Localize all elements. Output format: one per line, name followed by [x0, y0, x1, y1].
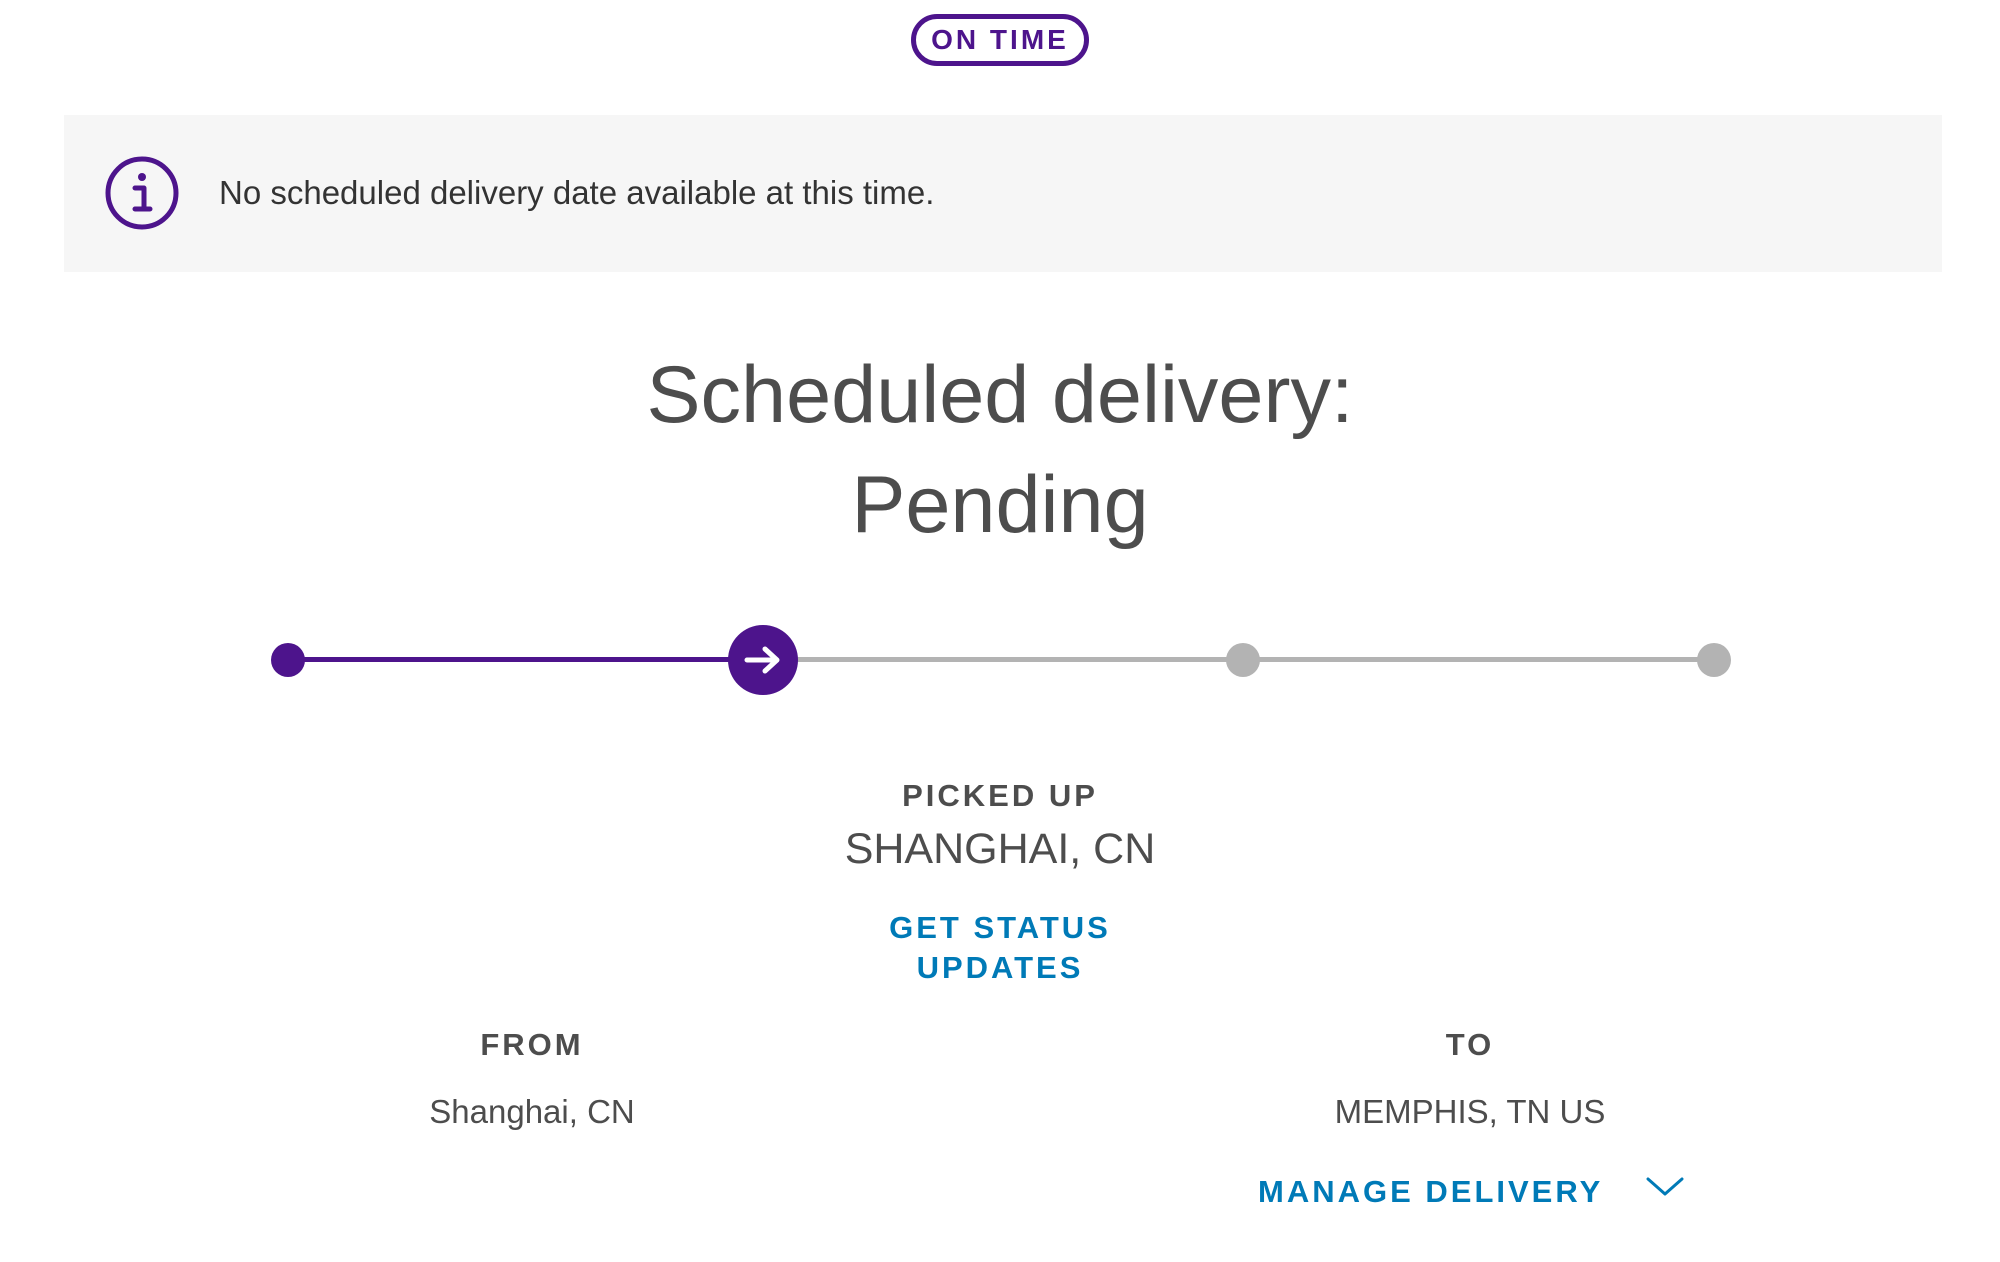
- to-location: MEMPHIS, TN US: [1334, 1093, 1606, 1130]
- info-message: No scheduled delivery date available at …: [219, 174, 935, 211]
- status-badge: ON TIME: [911, 14, 1089, 66]
- shipment-progress-tracker: [0, 600, 2000, 720]
- progress-step-pending: [1226, 643, 1260, 677]
- status-location: SHANGHAI, CN: [844, 825, 1156, 873]
- progress-step-completed: [271, 643, 305, 677]
- to-label: TO: [1445, 1027, 1495, 1062]
- from-label: FROM: [480, 1027, 584, 1062]
- get-status-updates-link[interactable]: GET STATUS UPDATES: [800, 908, 1200, 988]
- from-location: Shanghai, CN: [429, 1093, 635, 1130]
- info-icon: [105, 156, 179, 230]
- scheduled-delivery-heading: Scheduled delivery:: [646, 350, 1354, 440]
- status-badge-label: ON TIME: [931, 24, 1069, 55]
- status-label: PICKED UP: [902, 778, 1098, 813]
- manage-delivery-button[interactable]: MANAGE DELIVERY: [1258, 1168, 1698, 1216]
- arrow-right-icon: [744, 646, 780, 674]
- progress-step-current: [728, 625, 798, 695]
- progress-step-pending: [1697, 643, 1731, 677]
- info-banner: No scheduled delivery date available at …: [64, 115, 1942, 272]
- manage-delivery-label: MANAGE DELIVERY: [1258, 1174, 1604, 1209]
- chevron-down-icon: [1646, 1177, 1684, 1196]
- progress-track-completed: [288, 657, 763, 662]
- scheduled-delivery-status: Pending: [851, 460, 1149, 550]
